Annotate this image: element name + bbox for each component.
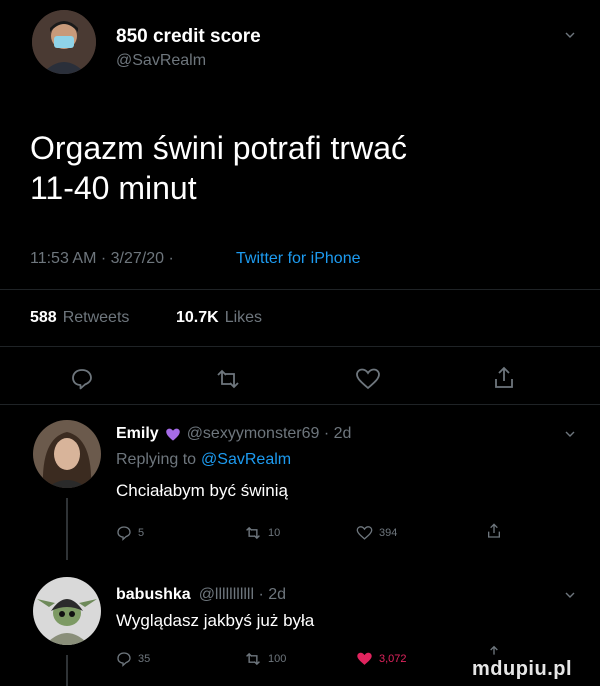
tweet-text-line-1: Orgazm świni potrafi trwać	[30, 130, 407, 166]
reply-text: Wyglądasz jakbyś już była	[116, 611, 315, 630]
reply-icon[interactable]	[70, 367, 94, 391]
like-icon[interactable]	[355, 367, 381, 391]
reply-author-avatar[interactable]	[33, 420, 101, 488]
chevron-down-icon[interactable]	[565, 429, 575, 439]
chevron-down-icon[interactable]	[565, 30, 575, 40]
purple-heart-emoji-icon	[165, 428, 180, 441]
reply-author-avatar[interactable]	[33, 577, 101, 645]
like-stats[interactable]: 10.7K Likes	[176, 309, 262, 327]
replying-to-handle[interactable]: @SavRealm	[201, 451, 291, 469]
reply-text: Chciałabym być świnią	[116, 481, 288, 500]
share-icon[interactable]	[486, 522, 502, 540]
retweet-icon	[246, 526, 260, 540]
watermark: mdupiu.pl	[472, 658, 573, 680]
like-count: 394	[379, 527, 398, 539]
main-author-avatar[interactable]	[32, 10, 96, 74]
like-icon	[357, 652, 372, 665]
share-icon[interactable]	[492, 365, 516, 391]
reply-handle-time[interactable]: @sexyymonster69 · 2d	[187, 425, 352, 443]
replying-to: Replying to @SavRealm	[116, 451, 291, 469]
retweets-count: 588	[30, 309, 57, 326]
reply-icon	[117, 652, 131, 667]
reply-count: 5	[138, 527, 145, 539]
retweet-icon[interactable]	[214, 367, 242, 391]
like-icon	[356, 526, 373, 540]
reply-action-retweet[interactable]: 10	[244, 525, 280, 541]
reply-action-like[interactable]: 3,072	[356, 651, 407, 667]
chevron-down-icon[interactable]	[565, 590, 575, 600]
replying-to-label: Replying to	[116, 451, 197, 468]
retweets-label: Retweets	[62, 309, 130, 326]
reply-author-name[interactable]: babushka	[116, 586, 191, 604]
divider	[0, 404, 600, 405]
divider	[0, 346, 600, 347]
reply-header: babushka @lllllllllll · 2d	[116, 586, 286, 604]
reply-header: Emily @sexyymonster69 · 2d	[116, 425, 351, 443]
main-author-name[interactable]: 850 credit score	[116, 26, 261, 48]
reply-action-retweet[interactable]: 100	[244, 651, 286, 667]
main-author-handle[interactable]: @SavRealm	[116, 52, 206, 70]
reply-handle-time[interactable]: @lllllllllll · 2d	[199, 586, 286, 604]
share-icon[interactable]	[486, 645, 502, 655]
retweet-count: 10	[268, 527, 281, 539]
tweet-source-link[interactable]: Twitter for iPhone	[236, 250, 361, 268]
reply-count: 35	[138, 653, 151, 665]
reply-author-name[interactable]: Emily	[116, 425, 159, 443]
thread-line	[66, 498, 68, 560]
reply-action-reply[interactable]: 5	[116, 525, 144, 541]
tweet-text-line-2: 11-40 minut	[30, 170, 197, 206]
reply-action-reply[interactable]: 35	[116, 651, 150, 667]
tweet-timestamp[interactable]: 11:53 AM · 3/27/20 ·	[30, 250, 174, 268]
divider	[0, 289, 600, 290]
reply-action-like[interactable]: 394	[356, 525, 397, 541]
retweet-count: 100	[268, 653, 287, 665]
thread-line	[66, 655, 68, 686]
retweet-stats[interactable]: 588 Retweets	[30, 309, 129, 327]
likes-label: Likes	[224, 309, 263, 326]
likes-count: 10.7K	[176, 309, 219, 326]
reply-icon	[117, 526, 131, 541]
retweet-icon	[246, 652, 260, 666]
like-count: 3,072	[379, 653, 407, 665]
